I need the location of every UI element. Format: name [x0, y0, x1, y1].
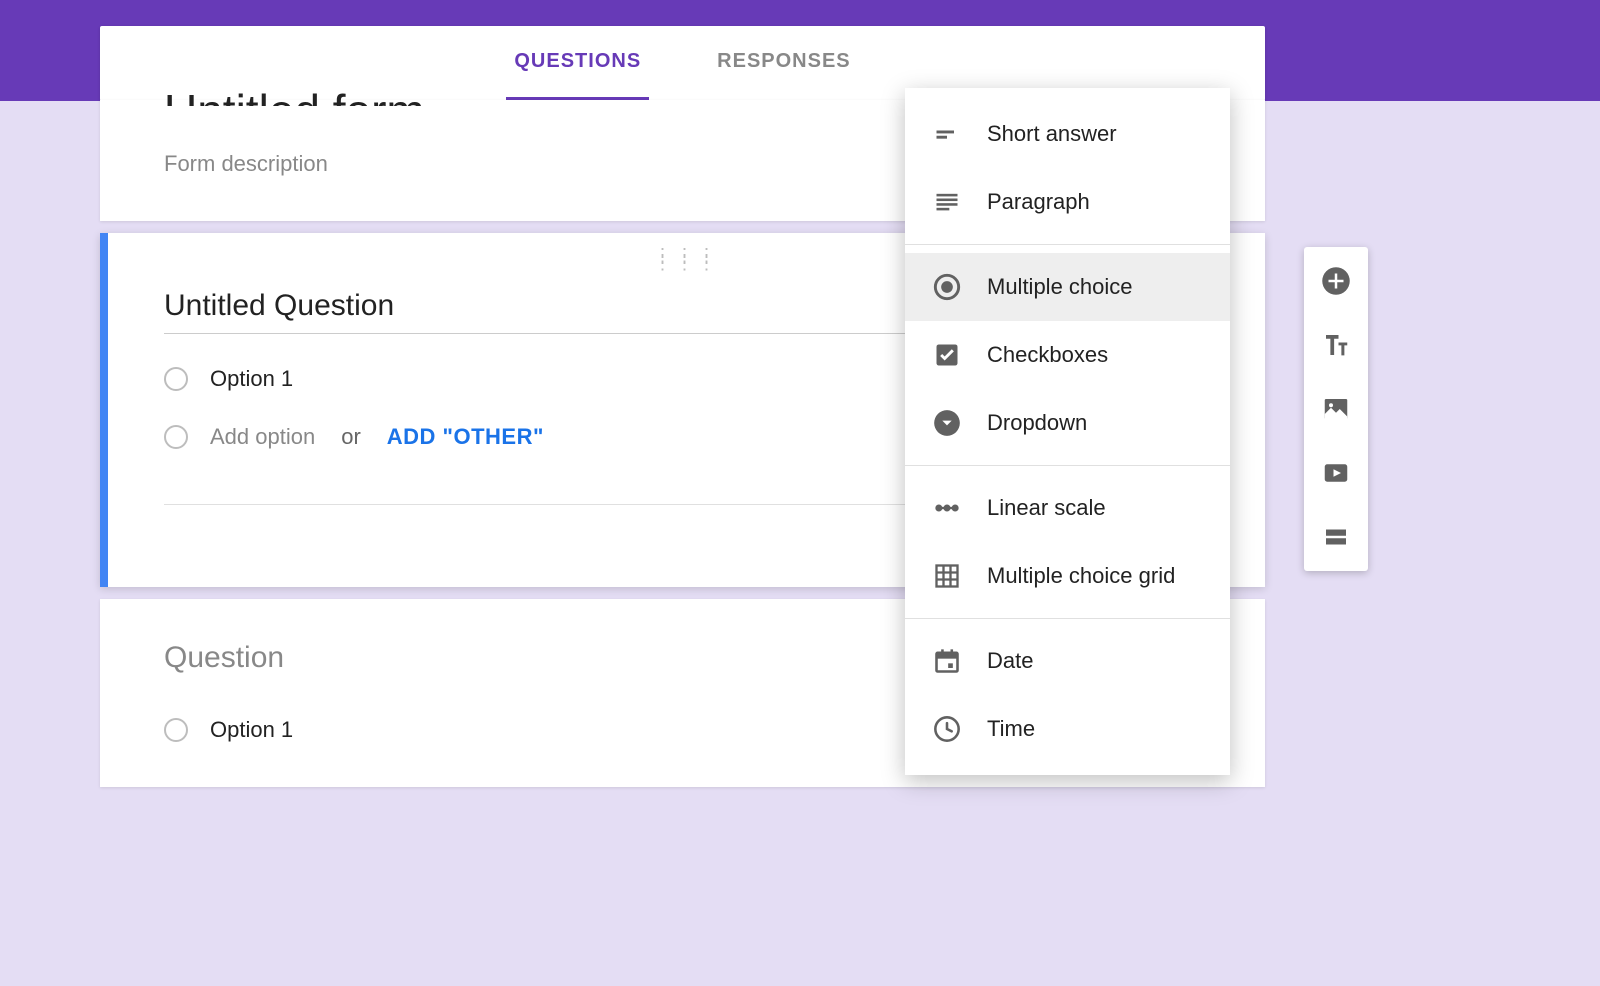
calendar-icon [933, 647, 961, 675]
menu-label: Short answer [987, 121, 1117, 147]
add-video-button[interactable] [1320, 457, 1352, 489]
grid-icon [933, 562, 961, 590]
linear-scale-icon [933, 494, 961, 522]
short-answer-icon [933, 120, 961, 148]
menu-label: Multiple choice [987, 274, 1133, 300]
menu-label: Date [987, 648, 1033, 674]
menu-item-time[interactable]: Time [905, 695, 1230, 763]
dropdown-icon [933, 409, 961, 437]
menu-divider [905, 244, 1230, 245]
menu-divider [905, 465, 1230, 466]
menu-label: Checkboxes [987, 342, 1108, 368]
add-title-button[interactable] [1320, 329, 1352, 361]
menu-divider [905, 618, 1230, 619]
menu-label: Dropdown [987, 410, 1087, 436]
or-text: or [341, 424, 361, 450]
radio-checked-icon [933, 273, 961, 301]
radio-icon [164, 367, 188, 391]
menu-item-date[interactable]: Date [905, 627, 1230, 695]
menu-item-short-answer[interactable]: Short answer [905, 100, 1230, 168]
menu-item-mc-grid[interactable]: Multiple choice grid [905, 542, 1230, 610]
add-image-button[interactable] [1320, 393, 1352, 425]
radio-icon [164, 425, 188, 449]
option-label: Option 1 [210, 717, 293, 743]
add-option-placeholder[interactable]: Add option [210, 424, 315, 450]
menu-label: Paragraph [987, 189, 1090, 215]
clock-icon [933, 715, 961, 743]
checkbox-icon [933, 341, 961, 369]
question-type-menu: Short answer Paragraph Multiple choice C… [905, 88, 1230, 775]
paragraph-icon [933, 188, 961, 216]
add-section-button[interactable] [1320, 521, 1352, 553]
menu-item-linear-scale[interactable]: Linear scale [905, 474, 1230, 542]
menu-label: Linear scale [987, 495, 1106, 521]
menu-label: Time [987, 716, 1035, 742]
menu-item-multiple-choice[interactable]: Multiple choice [905, 253, 1230, 321]
option-label[interactable]: Option 1 [210, 366, 293, 392]
menu-item-checkboxes[interactable]: Checkboxes [905, 321, 1230, 389]
menu-label: Multiple choice grid [987, 563, 1175, 589]
add-question-button[interactable] [1320, 265, 1352, 297]
radio-icon [164, 718, 188, 742]
menu-item-paragraph[interactable]: Paragraph [905, 168, 1230, 236]
add-other-button[interactable]: ADD "OTHER" [387, 424, 544, 450]
menu-item-dropdown[interactable]: Dropdown [905, 389, 1230, 457]
side-toolbar [1304, 247, 1368, 571]
